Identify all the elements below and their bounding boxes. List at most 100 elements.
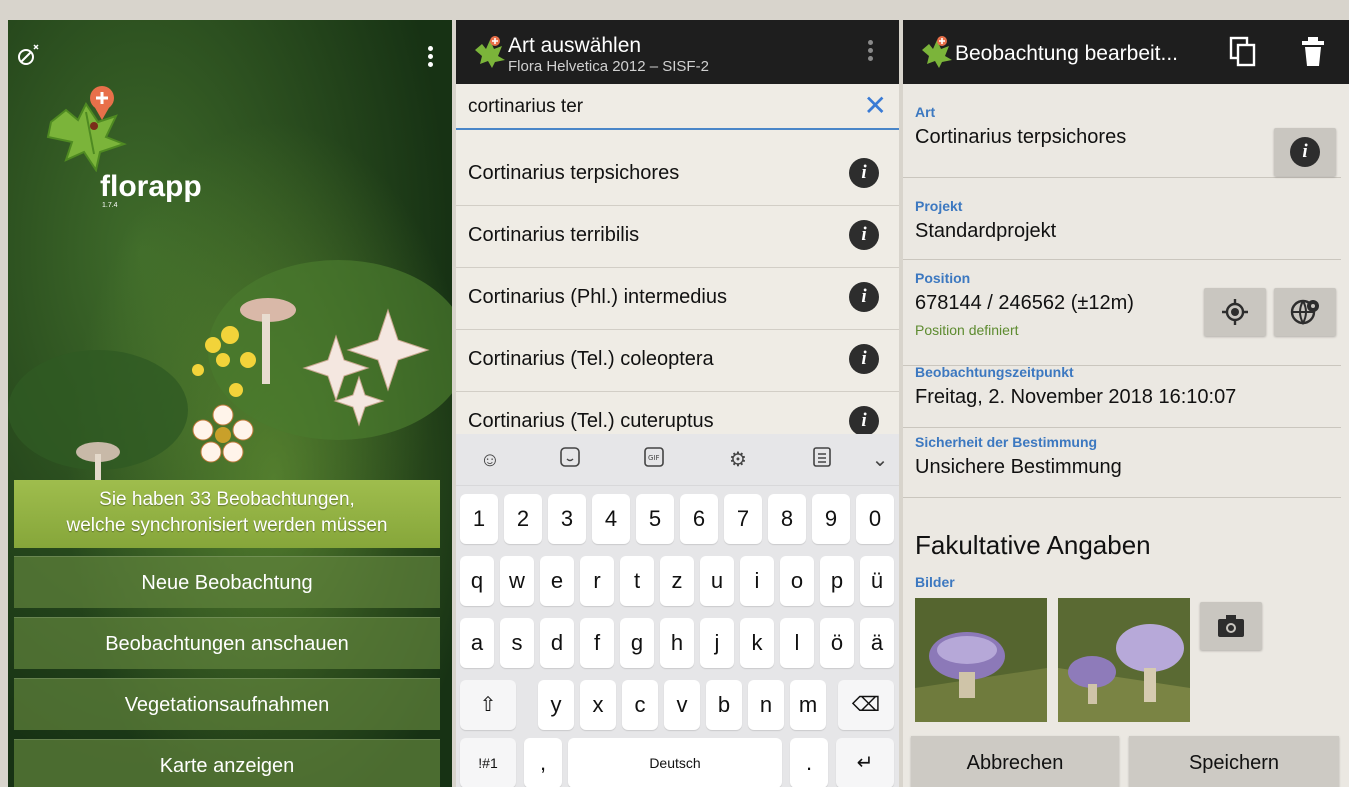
info-icon: i <box>1290 137 1320 167</box>
comma-key[interactable]: , <box>524 738 562 787</box>
key[interactable]: v <box>664 680 700 730</box>
field-label: Projekt <box>915 198 963 214</box>
certainty-field[interactable]: Sicherheit der Bestimmung Unsichere Best… <box>903 434 1341 498</box>
key[interactable]: t <box>620 556 654 606</box>
keyboard-row-asdf: a s d f g h j k l ö ä <box>456 618 899 674</box>
sync-pending-banner[interactable]: Sie haben 33 Beobachtungen, welche synch… <box>14 480 440 548</box>
species-result-item[interactable]: Cortinarius terpsichores i <box>456 144 899 206</box>
satellite-icon[interactable] <box>16 42 42 74</box>
field-value: Unsichere Bestimmung <box>915 456 1122 478</box>
space-key[interactable]: Deutsch <box>568 738 782 787</box>
period-key[interactable]: . <box>790 738 828 787</box>
svg-text:GIF: GIF <box>648 454 660 462</box>
key[interactable]: z <box>660 556 694 606</box>
species-name: Cortinarius terribilis <box>468 224 640 246</box>
key[interactable]: x <box>580 680 616 730</box>
observation-photo[interactable] <box>1058 598 1190 722</box>
key[interactable]: ä <box>860 618 894 668</box>
locate-button[interactable] <box>1204 288 1266 336</box>
view-observations-button[interactable]: Beobachtungen anschauen <box>14 617 440 669</box>
field-value: Standardprojekt <box>915 220 1057 242</box>
species-info-button[interactable]: i <box>1274 128 1336 176</box>
save-button[interactable]: Speichern <box>1129 736 1339 787</box>
key[interactable]: j <box>700 618 734 668</box>
info-icon[interactable]: i <box>849 282 879 312</box>
key[interactable]: 2 <box>504 494 542 544</box>
vegetation-surveys-button[interactable]: Vegetationsaufnahmen <box>14 678 440 730</box>
key[interactable]: 6 <box>680 494 718 544</box>
clipboard-icon[interactable] <box>808 446 836 474</box>
gif-icon[interactable]: GIF <box>640 446 668 474</box>
app-logo-icon[interactable] <box>919 34 955 70</box>
edit-appbar: Beobachtung bearbeit... <box>903 20 1349 84</box>
position-status: Position definiert <box>915 322 1019 338</box>
observation-photo[interactable] <box>915 598 1047 722</box>
key[interactable]: m <box>790 680 826 730</box>
key[interactable]: 9 <box>812 494 850 544</box>
shift-key[interactable]: ⇧ <box>460 680 516 730</box>
species-result-item[interactable]: Cortinarius (Tel.) coleoptera i <box>456 330 899 392</box>
key[interactable]: f <box>580 618 614 668</box>
keyboard-row-numbers: 1 2 3 4 5 6 7 8 9 0 <box>456 494 899 550</box>
map-position-button[interactable] <box>1274 288 1336 336</box>
key[interactable]: l <box>780 618 814 668</box>
key[interactable]: a <box>460 618 494 668</box>
key[interactable]: 4 <box>592 494 630 544</box>
project-field[interactable]: Projekt Standardprojekt <box>903 198 1341 260</box>
key[interactable]: y <box>538 680 574 730</box>
key[interactable]: c <box>622 680 658 730</box>
settings-icon[interactable]: ⚙ <box>724 446 752 474</box>
sync-banner-line-1: Sie haben 33 Beobachtungen, <box>99 489 355 510</box>
key[interactable]: b <box>706 680 742 730</box>
key[interactable]: k <box>740 618 774 668</box>
new-observation-button[interactable]: Neue Beobachtung <box>14 556 440 608</box>
info-icon[interactable]: i <box>849 406 879 436</box>
key[interactable]: g <box>620 618 654 668</box>
key[interactable]: n <box>748 680 784 730</box>
key[interactable]: r <box>580 556 614 606</box>
backspace-key[interactable]: ⌫ <box>838 680 894 730</box>
add-photo-button[interactable] <box>1200 602 1262 650</box>
keyboard-row-qwertz: q w e r t z u i o p ü <box>456 556 899 612</box>
show-map-button[interactable]: Karte anzeigen <box>14 739 440 787</box>
key[interactable]: i <box>740 556 774 606</box>
key[interactable]: ö <box>820 618 854 668</box>
collapse-icon[interactable]: ⌄ <box>866 446 894 474</box>
cancel-button[interactable]: Abbrechen <box>911 736 1119 787</box>
key[interactable]: e <box>540 556 574 606</box>
key[interactable]: p <box>820 556 854 606</box>
key[interactable]: 3 <box>548 494 586 544</box>
key[interactable]: 7 <box>724 494 762 544</box>
screen-title: Art auswählen <box>508 34 642 57</box>
key[interactable]: o <box>780 556 814 606</box>
key[interactable]: u <box>700 556 734 606</box>
key[interactable]: 1 <box>460 494 498 544</box>
info-icon[interactable]: i <box>849 158 879 188</box>
key[interactable]: 8 <box>768 494 806 544</box>
observation-time-field[interactable]: Beobachtungszeitpunkt Freitag, 2. Novemb… <box>903 364 1341 428</box>
info-icon[interactable]: i <box>849 344 879 374</box>
copy-icon[interactable] <box>1229 36 1257 68</box>
key[interactable]: s <box>500 618 534 668</box>
info-icon[interactable]: i <box>849 220 879 250</box>
app-logo-icon[interactable] <box>472 34 508 70</box>
sticker-icon[interactable] <box>556 446 584 474</box>
close-icon[interactable]: ✕ <box>864 90 887 122</box>
species-result-item[interactable]: Cortinarius terribilis i <box>456 206 899 268</box>
key[interactable]: 5 <box>636 494 674 544</box>
key[interactable]: w <box>500 556 534 606</box>
overflow-menu-icon[interactable] <box>868 40 873 64</box>
emoji-icon[interactable]: ☺ <box>476 446 504 474</box>
key[interactable]: q <box>460 556 494 606</box>
species-result-item[interactable]: Cortinarius (Phl.) intermedius i <box>456 268 899 330</box>
enter-key[interactable]: ↵ <box>836 738 894 787</box>
symbols-key[interactable]: !#1 <box>460 738 516 787</box>
images-label: Bilder <box>915 574 955 590</box>
key[interactable]: 0 <box>856 494 894 544</box>
key[interactable]: d <box>540 618 574 668</box>
key[interactable]: h <box>660 618 694 668</box>
species-search-input[interactable] <box>468 92 848 122</box>
key[interactable]: ü <box>860 556 894 606</box>
delete-icon[interactable] <box>1299 36 1327 68</box>
overflow-menu-icon[interactable] <box>428 46 434 68</box>
